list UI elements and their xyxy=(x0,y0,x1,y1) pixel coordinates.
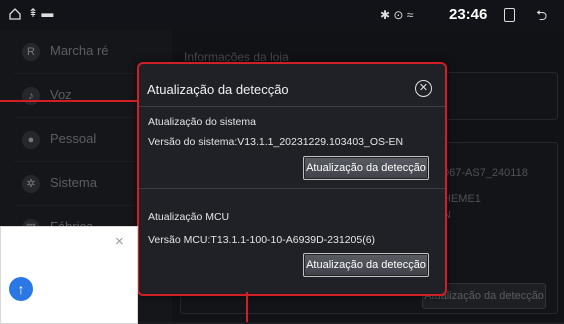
system-version-text: Versão do sistema:V13.1.1_20231229.10340… xyxy=(148,136,404,148)
home-icon[interactable] xyxy=(9,8,21,20)
mcu-version-text: Versão MCU:T13.1.1-100-10-A6939D-231205(… xyxy=(148,234,376,246)
callout-line-vertical xyxy=(246,292,248,322)
status-bar: ⇞ ▬ ✱ ⊙ ≈ 23:46 ⮌ xyxy=(0,0,564,30)
mcu-update-heading: Atualização MCU xyxy=(148,211,230,223)
clock: 23:46 xyxy=(449,6,488,23)
upload-icon[interactable]: ↑ xyxy=(9,277,33,301)
close-icon[interactable]: ✕ xyxy=(415,80,432,97)
system-check-update-button[interactable]: Atualização da detecção xyxy=(303,156,429,180)
usb-icon: ⇞ ▬ xyxy=(28,6,54,20)
divider xyxy=(139,106,445,107)
mcu-check-update-button[interactable]: Atualização da detecção xyxy=(303,253,429,277)
dialog-title: Atualização da detecção xyxy=(147,82,289,97)
system-update-heading: Atualização do sistema xyxy=(148,116,256,128)
close-icon[interactable]: × xyxy=(115,233,124,250)
bluetooth-location-wifi-icons: ✱ ⊙ ≈ xyxy=(380,8,414,22)
callout-line-horizontal xyxy=(0,100,137,102)
update-detection-dialog: Atualização da detecção ✕ Atualização do… xyxy=(137,62,447,296)
divider xyxy=(139,188,445,189)
back-icon[interactable]: ⮌ xyxy=(536,5,547,29)
recent-apps-icon[interactable] xyxy=(504,8,515,22)
upload-popup: × ↑ xyxy=(0,226,138,324)
